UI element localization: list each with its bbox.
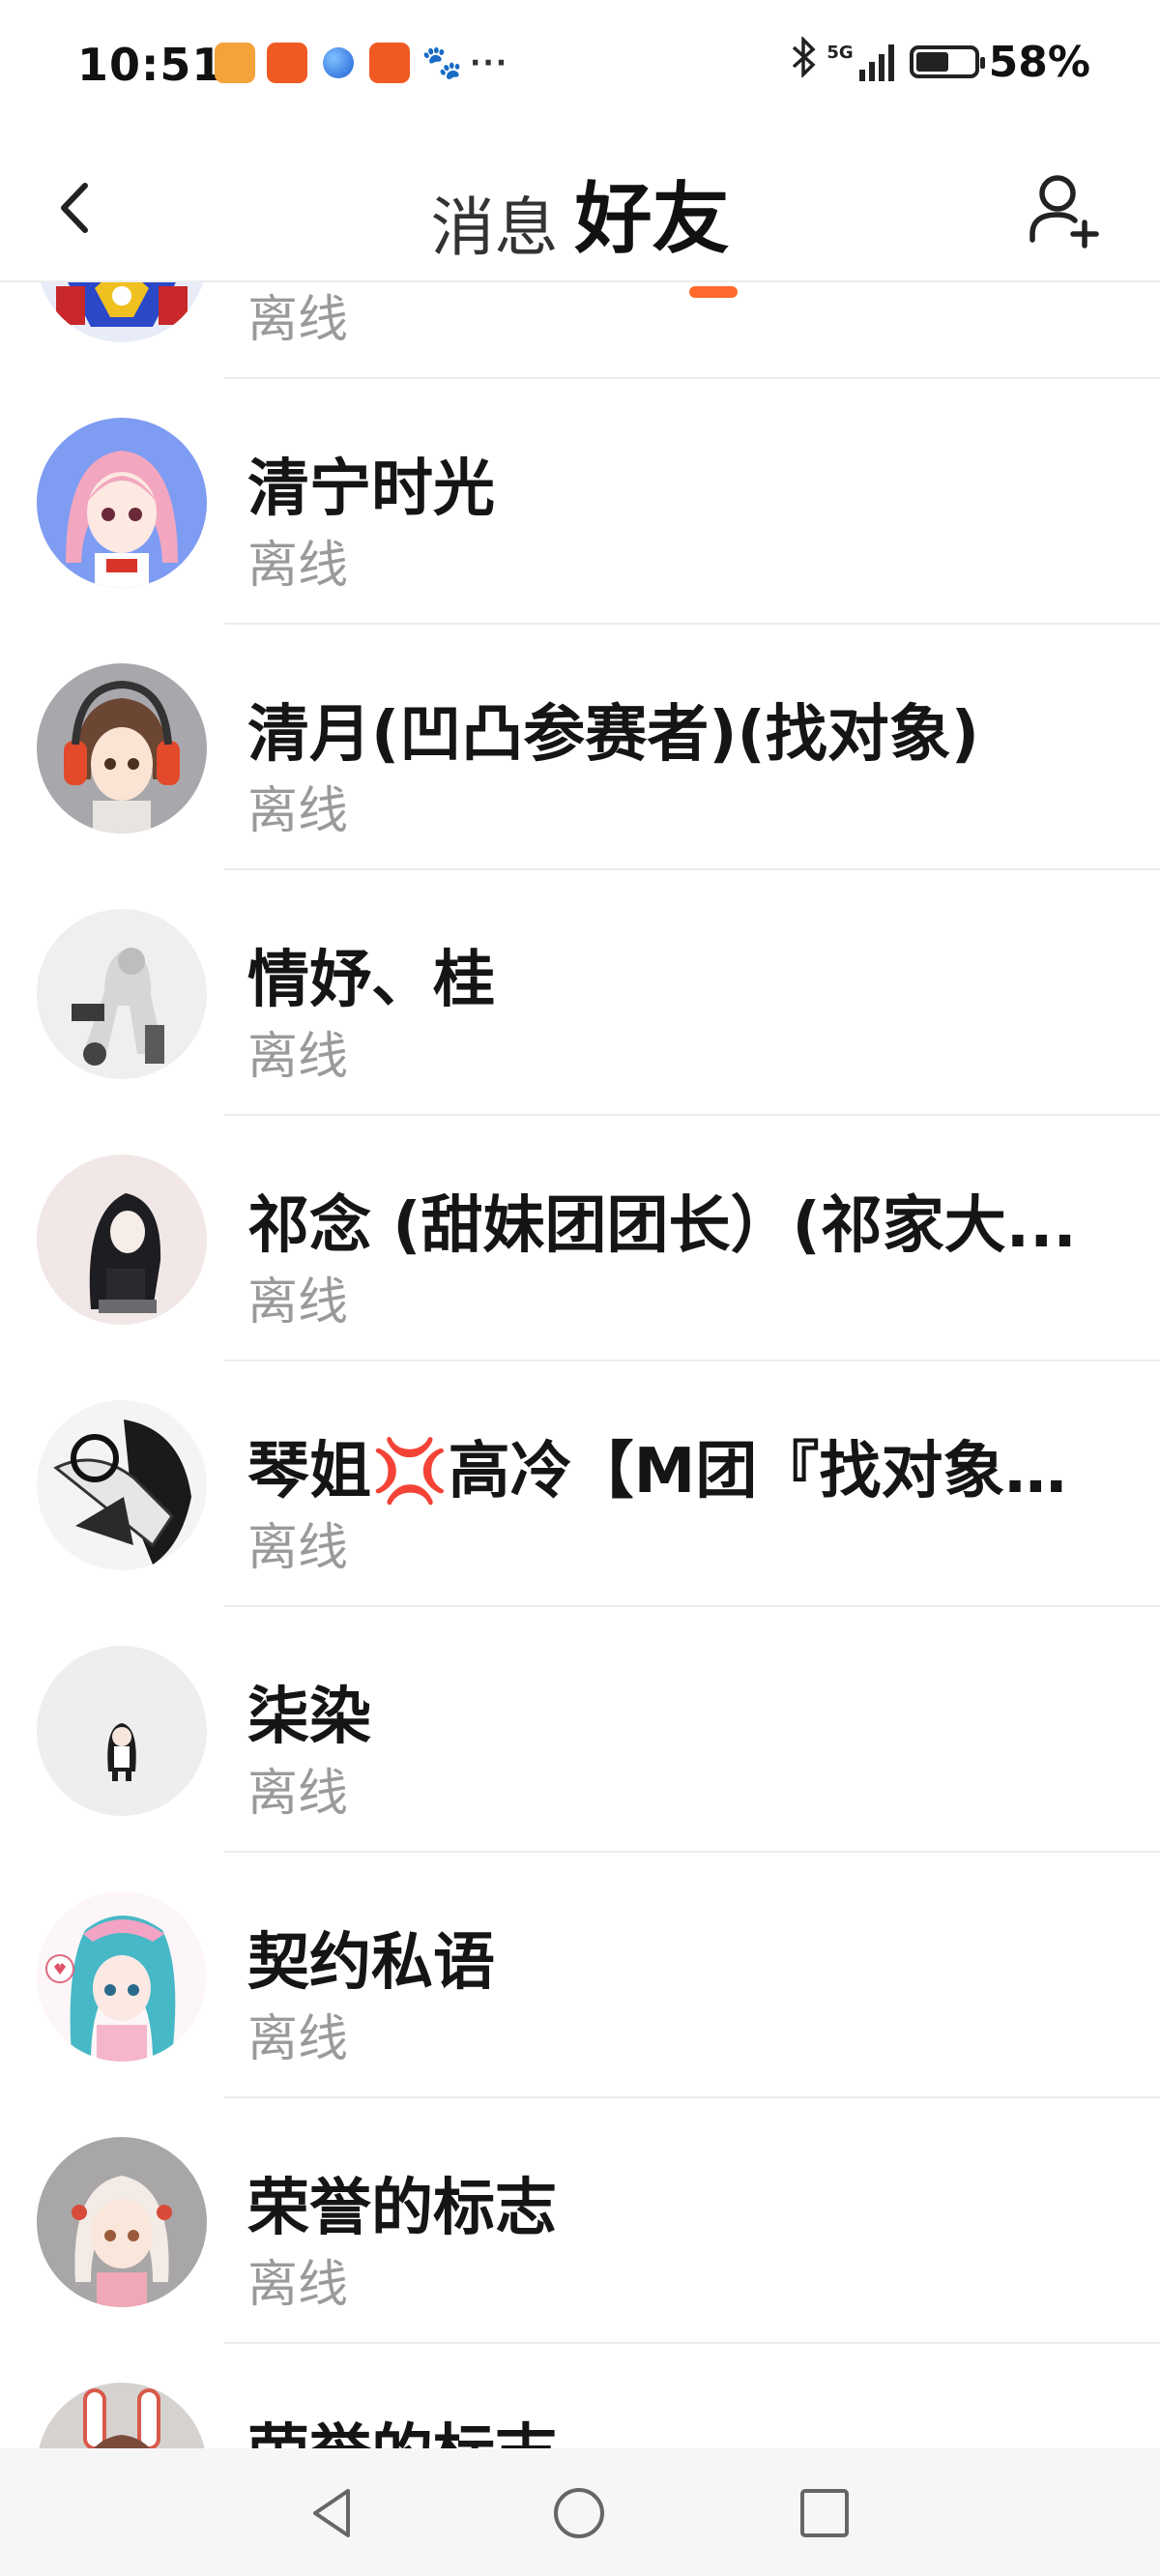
avatar[interactable] (37, 663, 207, 834)
avatar[interactable] (37, 1646, 207, 1816)
friend-list[interactable]: 离线 清宁时光 离线 清月(凹凸参赛者)(找对象) 离线 情妤、桂 离线 祁念 … (0, 282, 1160, 2448)
header-tabs: 消息 好友 (0, 157, 1160, 298)
friend-name: 祁念 (甜妹团团长）(祁家大... (247, 1190, 1077, 1262)
monochrome-figure-avatar-icon (37, 1400, 207, 1570)
small-doll-avatar-icon (37, 1646, 207, 1816)
friend-name: 情妤、桂 (247, 945, 495, 1016)
dark-hair-girl-avatar-icon (37, 1155, 207, 1325)
avatar[interactable] (37, 2137, 207, 2307)
white-hair-girl-avatar-icon (37, 2137, 207, 2307)
list-item-friend[interactable]: 清月(凹凸参赛者)(找对象) 离线 (0, 625, 1160, 870)
friend-status: 离线 (247, 1765, 349, 1823)
list-item-friend[interactable]: 清宁时光 离线 (0, 379, 1160, 625)
friend-name: 荣誉的标志 (247, 2404, 1117, 2448)
system-indicators: 5G 58% (792, 35, 1090, 87)
add-friend-button[interactable] (1025, 164, 1102, 251)
tab-friends[interactable]: 好友 (574, 157, 738, 298)
friend-status: 离线 (247, 291, 349, 349)
list-item-friend[interactable]: 荣誉的标志 离线 (0, 2098, 1160, 2344)
tab-messages[interactable]: 消息 (430, 176, 558, 269)
friend-name: 契约私语 (247, 1927, 495, 1999)
list-item-friend[interactable]: 契约私语 离线 (0, 1853, 1160, 2098)
status-bar: 10:51 🐾 ··· 5G 58% (0, 0, 1160, 135)
cellular-signal-icon: 5G (826, 43, 894, 81)
more-dots-icon: ··· (470, 45, 509, 80)
friend-name: 琴姐💢高冷【M团『找对象』... (247, 1436, 1117, 1508)
avatar[interactable] (37, 1891, 207, 2062)
kuaishou-icon (267, 43, 307, 83)
friend-name: 清月(凹凸参赛者)(找对象) (247, 699, 979, 771)
circle-home-icon (554, 2488, 604, 2538)
friend-name: 柒染 (247, 1682, 371, 1753)
heart-app-icon (215, 43, 255, 83)
triangle-back-icon (313, 2489, 350, 2537)
friend-status: 离线 (247, 537, 349, 595)
list-item-friend[interactable]: 情妤、桂 离线 (0, 870, 1160, 1116)
bunny-ears-avatar-icon (37, 2383, 207, 2448)
teal-hair-girl-avatar-icon (37, 1891, 207, 2062)
friend-status: 离线 (247, 1028, 349, 1086)
square-recents-icon (800, 2489, 849, 2537)
kuaishou-icon (369, 43, 410, 83)
avatar[interactable] (37, 909, 207, 1079)
headphones-girl-avatar-icon (37, 663, 207, 834)
friend-status: 离线 (247, 2010, 349, 2068)
robot-avatar-icon (37, 282, 207, 342)
list-item-friend[interactable]: 荣誉的标志 (0, 2344, 1160, 2448)
mecha-figure-avatar-icon (37, 909, 207, 1079)
list-item-friend[interactable]: 祁念 (甜妹团团长）(祁家大... 离线 (0, 1116, 1160, 1361)
baidu-paw-icon: 🐾 (421, 44, 463, 82)
tab-friends-label: 好友 (574, 174, 730, 264)
pink-hair-girl-avatar-icon (37, 418, 207, 588)
friend-status: 离线 (247, 2256, 349, 2314)
network-type-label: 5G (826, 43, 854, 63)
avatar[interactable] (37, 1155, 207, 1325)
friend-status: 离线 (247, 1273, 349, 1332)
list-item-friend[interactable]: 柒染 离线 (0, 1607, 1160, 1853)
bluetooth-icon (792, 35, 817, 87)
status-time: 10:51 (77, 39, 224, 91)
top-nav-header: 消息 好友 (0, 135, 1160, 298)
list-item-friend[interactable]: 琴姐💢高冷【M团『找对象』... 离线 (0, 1361, 1160, 1607)
nav-back-button[interactable] (300, 2479, 367, 2547)
list-item-friend[interactable]: 离线 (0, 282, 1160, 379)
browser-ball-icon (323, 47, 354, 78)
avatar[interactable] (37, 418, 207, 588)
add-user-icon (1030, 175, 1099, 249)
friend-name: 清宁时光 (247, 454, 495, 525)
friend-status: 离线 (247, 1519, 349, 1577)
avatar[interactable] (37, 1400, 207, 1570)
nav-recents-button[interactable] (791, 2479, 858, 2547)
friend-status: 离线 (247, 782, 349, 840)
battery-icon (909, 45, 985, 78)
notification-icons: 🐾 ··· (215, 43, 508, 83)
avatar[interactable] (37, 2383, 207, 2448)
system-nav-bar (0, 2448, 1160, 2576)
avatar[interactable] (37, 282, 207, 342)
nav-home-button[interactable] (545, 2479, 613, 2547)
friend-name: 荣誉的标志 (247, 2173, 557, 2244)
battery-percent: 58% (988, 37, 1090, 87)
